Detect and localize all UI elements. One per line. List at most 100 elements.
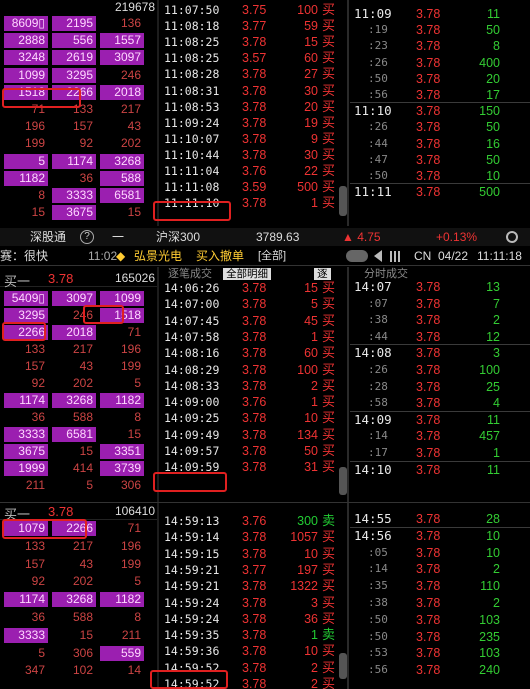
volume-icon[interactable] bbox=[374, 250, 382, 262]
minute-time: 14:09 bbox=[354, 411, 392, 427]
tick-time: 14:59:24 bbox=[164, 611, 220, 626]
queue-cell: 36 bbox=[31, 410, 45, 424]
queue-cell: 3351 bbox=[100, 444, 144, 459]
shengutong-label[interactable]: 深股通 bbox=[30, 228, 66, 246]
minute-row: :17 3.78 1 bbox=[350, 445, 530, 461]
minute-volume: 103 bbox=[479, 612, 500, 627]
minute-row: :56 3.78 17 bbox=[350, 87, 530, 103]
minute-time: 11:09 bbox=[354, 6, 392, 21]
tick-side: 买 bbox=[322, 410, 336, 426]
minute-volume: 2 bbox=[493, 596, 500, 610]
help-icon[interactable]: ? bbox=[80, 230, 94, 244]
news-left-text: 赛：很快 bbox=[0, 249, 49, 263]
tick-side: 买 bbox=[322, 443, 336, 458]
clock-label: 11:11:18 bbox=[477, 249, 522, 263]
tick-price: 3.78 bbox=[242, 131, 267, 146]
tick-volume: 500 bbox=[297, 180, 318, 195]
minute-row: 14:09 3.78 11 bbox=[350, 412, 530, 428]
queue-cell: 2888 bbox=[4, 33, 48, 49]
tick-volume: 10 bbox=[304, 546, 318, 561]
tick-volume: 31 bbox=[304, 460, 318, 475]
tick-time: 11:08:53 bbox=[164, 99, 220, 114]
minute-time: :50 bbox=[368, 169, 388, 182]
tick-volume: 27 bbox=[304, 67, 318, 82]
tick-row: 11:08:31 3.78 30 买 bbox=[160, 83, 345, 99]
panel-2: 买一 3.78 165026 5409▯ 3097 1099 3295 246 1518 2… bbox=[0, 267, 530, 502]
minute-volume: 11 bbox=[487, 412, 500, 427]
tick-price: 3.78 bbox=[242, 147, 267, 162]
minute-price: 3.78 bbox=[416, 412, 441, 427]
news-stock[interactable]: 弘景光电 bbox=[134, 246, 182, 265]
tick-price: 3.76 bbox=[242, 164, 267, 178]
minute-price: 3.78 bbox=[416, 363, 441, 377]
queue-cell: 5 bbox=[134, 574, 141, 589]
minute-volume: 150 bbox=[479, 104, 500, 119]
queue-cell: 2018 bbox=[52, 325, 96, 340]
news-filter[interactable]: [全部] bbox=[258, 246, 286, 265]
tick-time: 11:08:31 bbox=[164, 83, 220, 98]
tick-time: 14:59:15 bbox=[164, 546, 220, 561]
tick-scrollbar[interactable] bbox=[339, 653, 347, 679]
queue-cell: 8609▯ bbox=[4, 16, 48, 31]
queue-cell: 5 bbox=[4, 153, 48, 169]
tick-price: 3.78 bbox=[242, 99, 267, 114]
tick-side: 买 bbox=[322, 545, 336, 561]
minute-volume: 50 bbox=[486, 120, 500, 135]
queue-column: 219678 8609▯ 2195 136 2888 556 1557 3248 2619 30… bbox=[0, 0, 157, 226]
queue-cell: 3248 bbox=[4, 50, 48, 66]
minute-price: 3.78 bbox=[416, 169, 441, 183]
tick-row: 14:09:00 3.76 1 买 bbox=[160, 394, 345, 410]
tick-time: 14:59:35 bbox=[164, 628, 220, 643]
queue-cell: 5 bbox=[86, 478, 93, 492]
tick-row: 11:10:07 3.78 9 买 bbox=[160, 131, 345, 147]
tick-time: 14:09:57 bbox=[164, 444, 220, 458]
minute-price: 3.78 bbox=[416, 562, 441, 577]
tick-price: 3.78 bbox=[242, 313, 267, 328]
tick-row: 11:11:04 3.76 22 买 bbox=[160, 163, 345, 179]
tick-side: 买 bbox=[322, 2, 336, 17]
index-name[interactable]: 沪深300 bbox=[156, 228, 200, 246]
queue-cell: 3333 bbox=[4, 427, 48, 442]
minute-price: 3.78 bbox=[416, 71, 441, 86]
queue-cell: 588 bbox=[100, 170, 144, 186]
tick-time: 11:11:08 bbox=[164, 180, 220, 195]
tick-row: 14:06:26 3.78 15 买 bbox=[160, 280, 345, 296]
queue-cell: 157 bbox=[24, 556, 45, 571]
minute-price: 3.78 bbox=[416, 88, 441, 102]
tick-side: 买 bbox=[322, 66, 336, 82]
toggle-switch[interactable] bbox=[346, 250, 368, 262]
tick-volume: 197 bbox=[297, 562, 318, 577]
tick-price: 3.78 bbox=[242, 378, 267, 393]
minute-price: 3.78 bbox=[416, 120, 441, 135]
tick-scrollbar[interactable] bbox=[339, 186, 347, 216]
settings-icon[interactable] bbox=[506, 231, 518, 243]
minute-time: :28 bbox=[368, 379, 388, 393]
tick-scrollbar[interactable] bbox=[339, 467, 347, 495]
tick-volume: 2 bbox=[311, 677, 318, 689]
tab-tick[interactable]: 逐 bbox=[314, 268, 331, 280]
queue-total: 106410 bbox=[114, 504, 155, 518]
tick-row: 14:07:00 3.78 5 买 bbox=[160, 296, 345, 312]
tick-side: 买 bbox=[322, 643, 336, 659]
minute-volume: 7 bbox=[493, 296, 500, 311]
tick-volume: 3 bbox=[311, 595, 318, 610]
tick-side: 买 bbox=[322, 377, 336, 393]
queue-cell: 1182 bbox=[100, 592, 144, 608]
queue-cell: 246 bbox=[120, 67, 141, 82]
buy1-row: 买一 3.78 165026 bbox=[0, 271, 157, 289]
tab-all-detail[interactable]: 全部明细 bbox=[223, 268, 272, 280]
tick-side: 买 bbox=[322, 18, 336, 34]
minute-list: 14:55 3.78 28 14:56 3.78 10:05 3.78 10:14 3.78 2:… bbox=[350, 503, 530, 689]
tick-time: 14:59:36 bbox=[164, 644, 220, 659]
signal-icon bbox=[390, 251, 402, 262]
tick-price: 3.76 bbox=[242, 395, 267, 410]
queue-cell: 1557 bbox=[100, 33, 144, 49]
tick-price: 3.75 bbox=[242, 3, 267, 17]
tick-volume: 59 bbox=[304, 19, 318, 34]
queue-cell: 43 bbox=[79, 556, 93, 571]
tick-time: 14:07:58 bbox=[164, 329, 220, 344]
queue-cell: 1174 bbox=[4, 592, 48, 608]
minute-time: :19 bbox=[368, 23, 388, 37]
queue-cell: 5 bbox=[134, 376, 141, 390]
tick-volume: 9 bbox=[311, 131, 318, 146]
